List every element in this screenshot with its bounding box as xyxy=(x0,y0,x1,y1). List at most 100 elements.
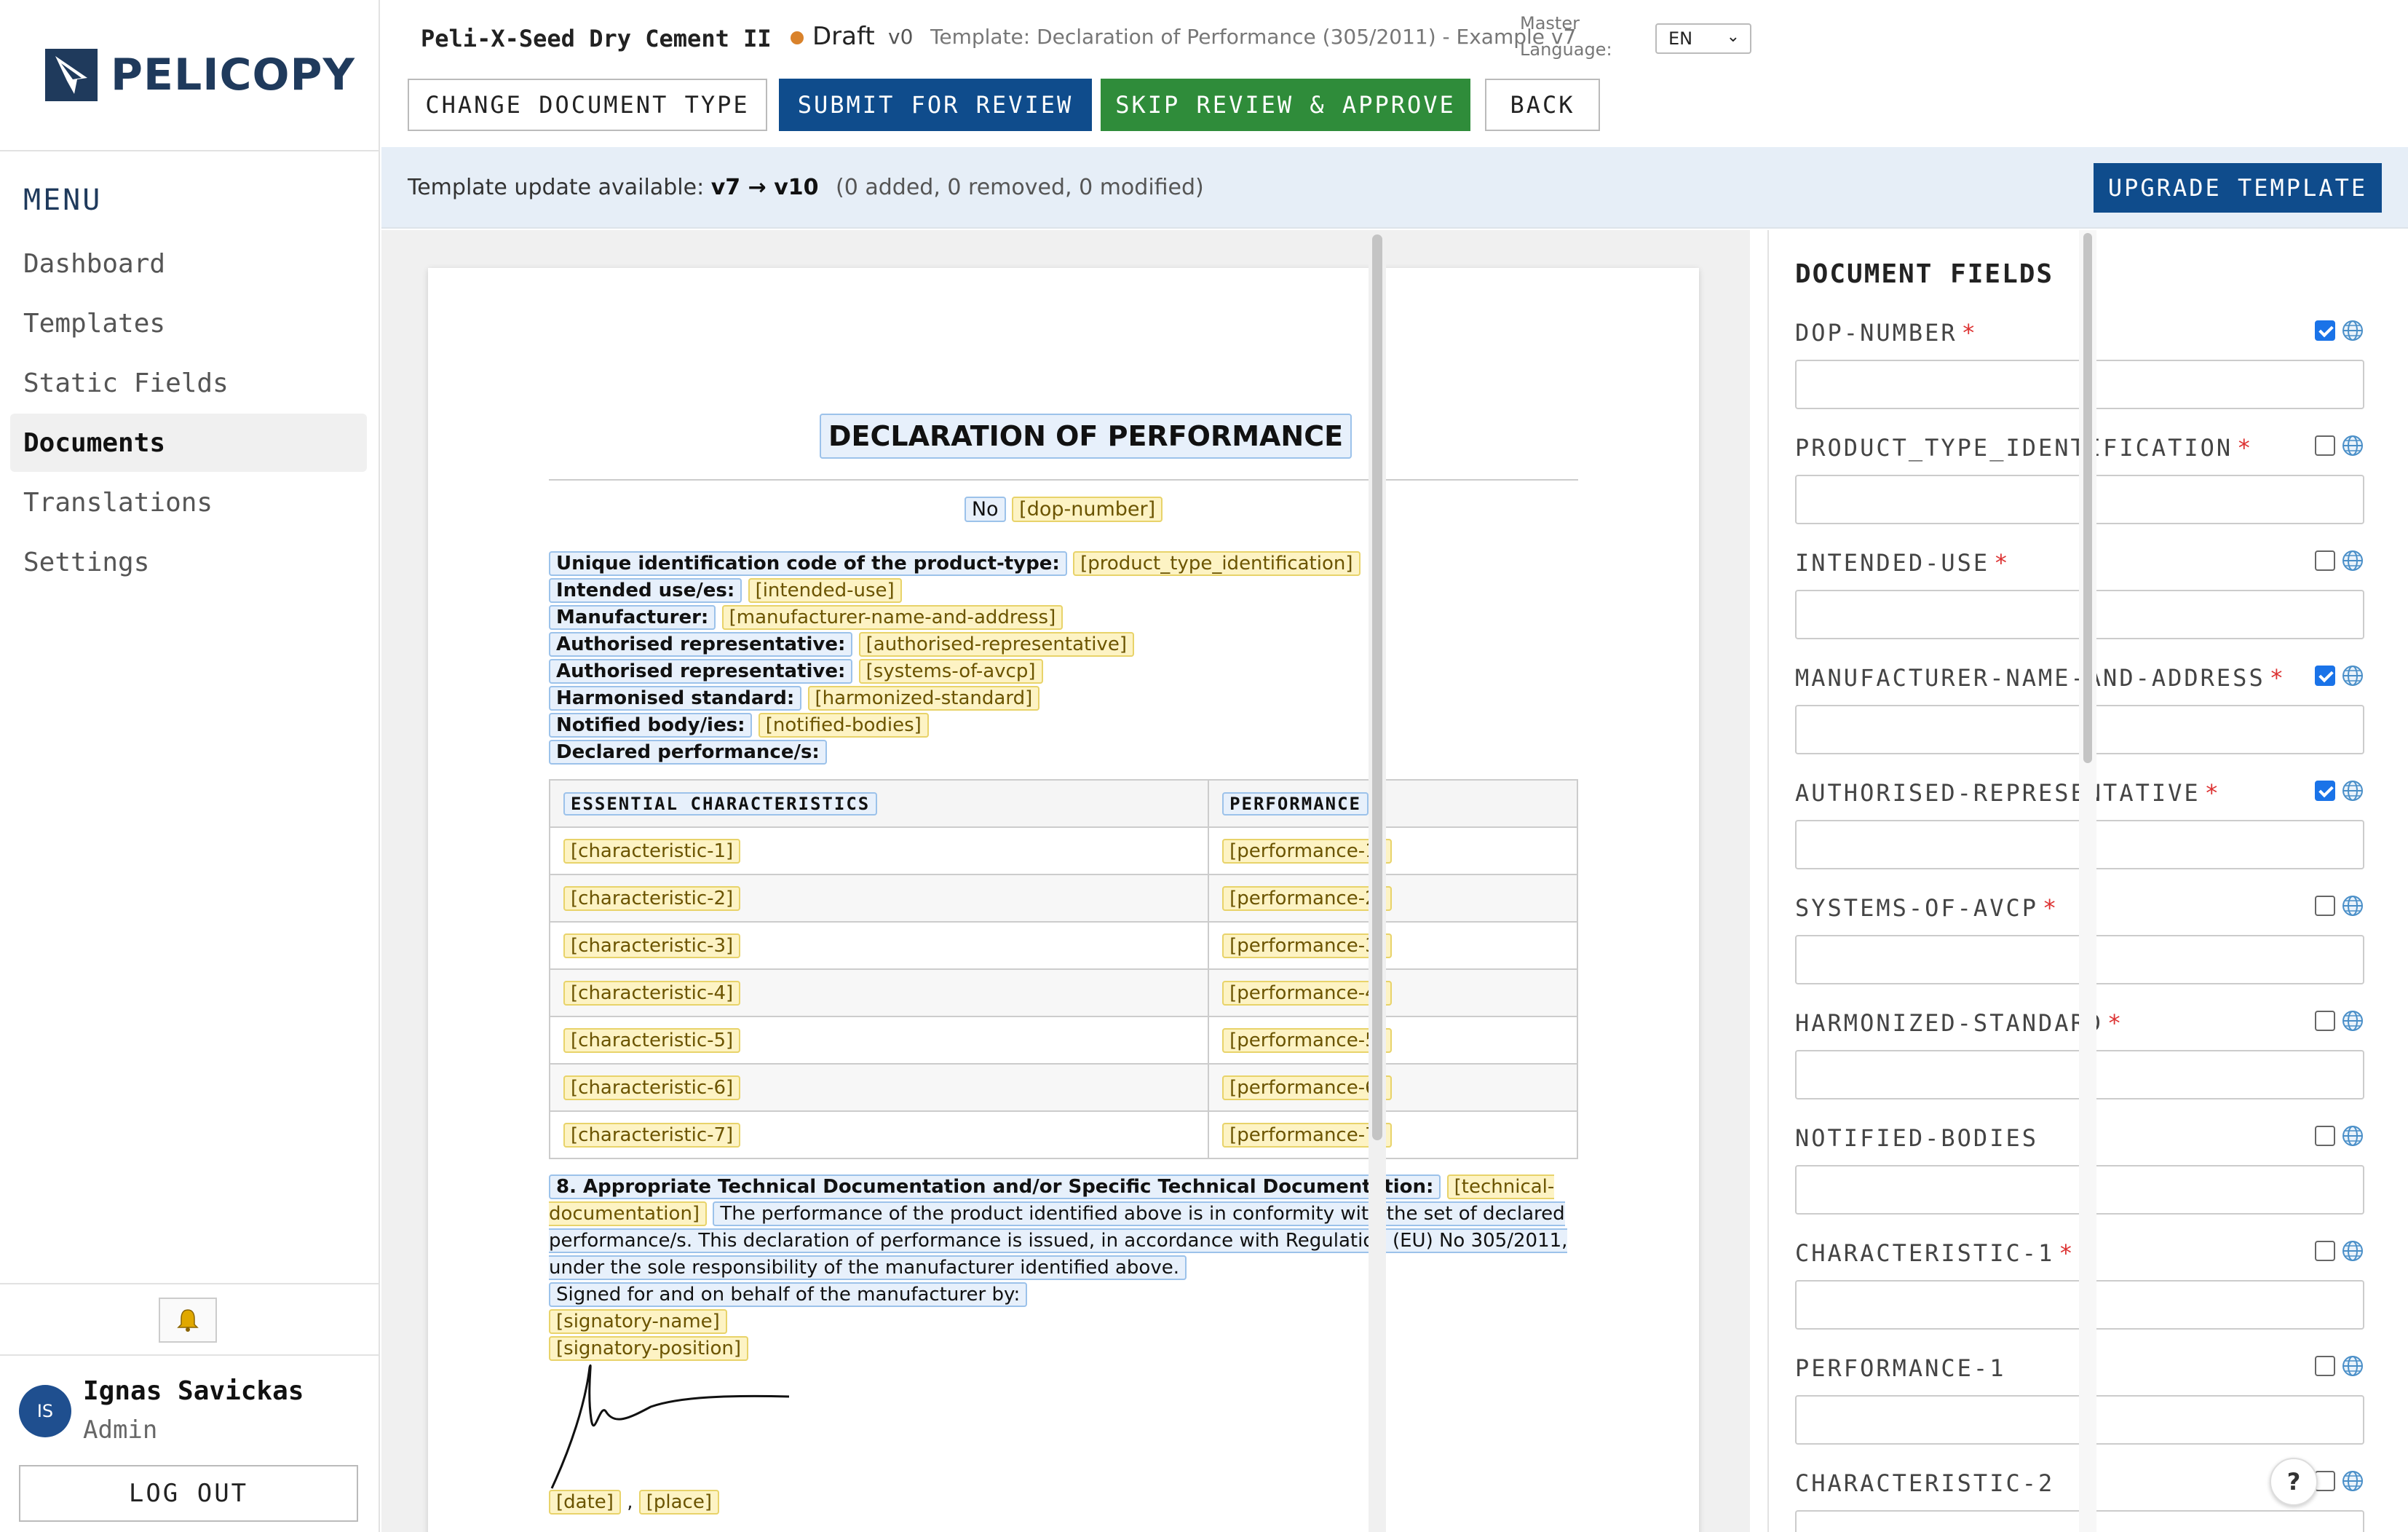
document-scrollbar[interactable] xyxy=(1369,230,1386,1532)
notifications-area xyxy=(0,1283,380,1356)
globe-icon[interactable] xyxy=(2341,1469,2364,1493)
master-language-select[interactable]: EN ⌄ xyxy=(1655,23,1751,54)
performance-tag[interactable]: [performance-1] xyxy=(1222,838,1392,864)
back-button[interactable]: BACK xyxy=(1485,79,1600,131)
field-checkbox[interactable] xyxy=(2315,550,2335,571)
declaration-label[interactable]: Manufacturer: xyxy=(549,605,716,630)
declaration-tag[interactable]: [intended-use] xyxy=(748,578,902,603)
globe-icon[interactable] xyxy=(2341,664,2364,687)
field-checkbox[interactable] xyxy=(2315,1011,2335,1031)
performance-tag[interactable]: [performance-6] xyxy=(1222,1075,1392,1100)
signatory-name-tag[interactable]: [signatory-name] xyxy=(549,1309,727,1334)
fields-panel-scrollbar[interactable] xyxy=(2079,230,2096,1532)
required-marker: * xyxy=(2042,894,2059,922)
characteristic-tag[interactable]: [characteristic-3] xyxy=(563,933,741,958)
globe-icon[interactable] xyxy=(2341,1009,2364,1032)
characteristic-tag[interactable]: [characteristic-6] xyxy=(563,1075,741,1100)
submit-for-review-button[interactable]: SUBMIT FOR REVIEW xyxy=(779,79,1092,131)
declaration-label[interactable]: Authorised representative: xyxy=(549,632,853,657)
declaration-tag[interactable]: [product_type_identification] xyxy=(1073,551,1361,576)
field-checkbox[interactable] xyxy=(2315,896,2335,916)
sidebar-item-static-fields[interactable]: Static Fields xyxy=(10,354,367,412)
declaration-label[interactable]: Declared performance/s: xyxy=(549,740,827,765)
declaration-tag[interactable]: [harmonized-standard] xyxy=(807,686,1040,711)
performance-tag[interactable]: [performance-7] xyxy=(1222,1122,1392,1148)
upgrade-template-button[interactable]: UPGRADE TEMPLATE xyxy=(2094,163,2382,213)
place-tag[interactable]: [place] xyxy=(638,1490,719,1515)
field-checkbox[interactable] xyxy=(2315,435,2335,456)
performance-tag[interactable]: [performance-2] xyxy=(1222,885,1392,911)
header-label[interactable]: ESSENTIAL CHARACTERISTICS xyxy=(563,791,878,816)
globe-icon[interactable] xyxy=(2341,1124,2364,1148)
declaration-row: Manufacturer: [manufacturer-name-and-add… xyxy=(549,604,1583,631)
master-language-label: Master Language: xyxy=(1520,13,1612,60)
globe-icon[interactable] xyxy=(2341,1354,2364,1378)
sidebar-item-settings[interactable]: Settings xyxy=(10,533,367,591)
avatar[interactable]: IS xyxy=(19,1385,71,1437)
declaration-label[interactable]: Harmonised standard: xyxy=(549,686,802,711)
header-label[interactable]: PERFORMANCE xyxy=(1222,791,1369,816)
field-checkbox[interactable] xyxy=(2315,781,2335,801)
required-marker: * xyxy=(2059,1239,2075,1267)
document-title[interactable]: DECLARATION OF PERFORMANCE xyxy=(820,414,1352,459)
date-tag[interactable]: [date] xyxy=(549,1490,621,1515)
banner-text: Template update available: v7 → v10 (0 a… xyxy=(408,175,1204,200)
status-badge: Draft xyxy=(812,22,875,51)
bell-icon xyxy=(177,1309,199,1332)
declaration-label[interactable]: Notified body/ies: xyxy=(549,713,753,738)
field-checkbox[interactable] xyxy=(2315,1471,2335,1491)
globe-icon[interactable] xyxy=(2341,549,2364,572)
declaration-fields: Unique identification code of the produc… xyxy=(549,550,1583,766)
table-row: [characteristic-1] [performance-1] xyxy=(548,826,1578,875)
declaration-tag[interactable]: [notified-bodies] xyxy=(758,713,929,738)
globe-icon[interactable] xyxy=(2341,434,2364,457)
sidebar-item-templates[interactable]: Templates xyxy=(10,294,367,352)
field-checkbox[interactable] xyxy=(2315,1126,2335,1146)
characteristic-cell: [characteristic-6] xyxy=(548,1063,1210,1112)
logo[interactable]: PELICOPY xyxy=(0,0,379,151)
characteristic-tag[interactable]: [characteristic-1] xyxy=(563,838,741,864)
field-name: INTENDED-USE xyxy=(1795,549,1990,577)
signed-text[interactable]: Signed for and on behalf of the manufact… xyxy=(549,1282,1028,1307)
globe-icon[interactable] xyxy=(2341,894,2364,917)
required-marker: * xyxy=(1961,319,1978,347)
sidebar-item-translations[interactable]: Translations xyxy=(10,473,367,532)
globe-icon[interactable] xyxy=(2341,319,2364,342)
declaration-tag[interactable]: [authorised-representative] xyxy=(858,632,1134,657)
characteristic-tag[interactable]: [characteristic-4] xyxy=(563,980,741,1006)
globe-icon[interactable] xyxy=(2341,1239,2364,1263)
field-checkbox[interactable] xyxy=(2315,1356,2335,1376)
characteristic-tag[interactable]: [characteristic-7] xyxy=(563,1122,741,1148)
declaration-label[interactable]: Authorised representative: xyxy=(549,659,853,684)
no-label[interactable]: No xyxy=(964,497,1006,522)
performance-tag[interactable]: [performance-5] xyxy=(1222,1027,1392,1053)
performance-tag[interactable]: [performance-3] xyxy=(1222,933,1392,958)
characteristic-cell: [characteristic-5] xyxy=(548,1016,1210,1065)
declaration-tag[interactable]: [manufacturer-name-and-address] xyxy=(721,605,1064,630)
sidebar-item-documents[interactable]: Documents xyxy=(10,414,367,472)
field-name: PRODUCT_TYPE_IDENTIFICATION xyxy=(1795,434,2233,462)
performance-tag[interactable]: [performance-4] xyxy=(1222,980,1392,1006)
skip-review-approve-button[interactable]: SKIP REVIEW & APPROVE xyxy=(1101,79,1470,131)
characteristic-tag[interactable]: [characteristic-2] xyxy=(563,885,741,911)
field-checkbox[interactable] xyxy=(2315,320,2335,341)
change-document-type-button[interactable]: CHANGE DOCUMENT TYPE xyxy=(408,79,767,131)
sidebar-item-dashboard[interactable]: Dashboard xyxy=(10,234,367,293)
dop-number-tag[interactable]: [dop-number] xyxy=(1012,497,1163,522)
performance-cell: [performance-7] xyxy=(1208,1110,1578,1159)
declaration-label[interactable]: Unique identification code of the produc… xyxy=(549,551,1067,576)
field-checkbox[interactable] xyxy=(2315,666,2335,686)
template-info: Template: Declaration of Performance (30… xyxy=(930,25,1577,49)
declaration-tag[interactable]: [systems-of-avcp] xyxy=(858,659,1043,684)
tech-label[interactable]: 8. Appropriate Technical Documentation a… xyxy=(549,1174,1441,1199)
characteristic-tag[interactable]: [characteristic-5] xyxy=(563,1027,741,1053)
globe-icon[interactable] xyxy=(2341,779,2364,802)
document-preview-area: DECLARATION OF PERFORMANCE No [dop-numbe… xyxy=(381,230,1750,1532)
notifications-button[interactable] xyxy=(159,1298,217,1343)
signatory-position-tag[interactable]: [signatory-position] xyxy=(549,1336,749,1361)
logout-button[interactable]: LOG OUT xyxy=(19,1465,358,1522)
help-button[interactable]: ? xyxy=(2270,1458,2318,1506)
sidebar: PELICOPY MENU Dashboard Templates Static F… xyxy=(0,0,380,1532)
declaration-label[interactable]: Intended use/es: xyxy=(549,578,742,603)
field-checkbox[interactable] xyxy=(2315,1241,2335,1261)
